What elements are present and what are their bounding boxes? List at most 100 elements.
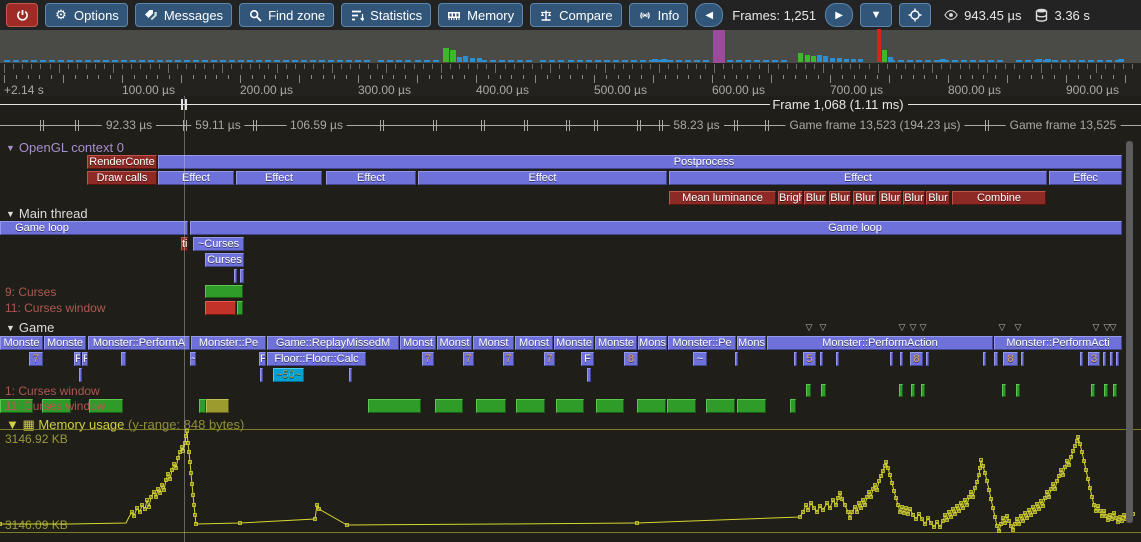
- zone-bar[interactable]: [926, 352, 929, 366]
- frame-bar[interactable]: [703, 60, 709, 62]
- frame-bar[interactable]: [858, 59, 863, 62]
- frame-bar[interactable]: [970, 60, 976, 62]
- frame-bar[interactable]: [130, 60, 136, 62]
- frame-bar[interactable]: [193, 60, 199, 62]
- zone-bar[interactable]: Blur: [853, 191, 877, 205]
- frame-bar[interactable]: [184, 60, 190, 62]
- info-button[interactable]: Info: [629, 3, 689, 27]
- frame-bar[interactable]: [378, 60, 384, 62]
- zone-bar[interactable]: Monste: [44, 336, 86, 350]
- frame-bar[interactable]: [148, 60, 154, 62]
- zone-bar[interactable]: Monst: [400, 336, 436, 350]
- frame-overview-strip[interactable]: [0, 30, 1141, 63]
- zone-bar[interactable]: Brigh: [778, 191, 803, 205]
- zone-bar[interactable]: [820, 352, 823, 366]
- zone-bar[interactable]: F: [74, 352, 81, 366]
- zone-bar[interactable]: [435, 399, 463, 413]
- message-marker-icon[interactable]: ▽: [806, 322, 813, 333]
- frame-bar[interactable]: [463, 56, 468, 62]
- zone-bar[interactable]: [900, 352, 903, 366]
- frame-bar[interactable]: [310, 60, 316, 62]
- frame-bar[interactable]: [613, 60, 619, 62]
- collapse-arrow-icon[interactable]: ▼: [6, 143, 15, 153]
- frame-bar[interactable]: [586, 60, 592, 62]
- frame-bar[interactable]: [817, 55, 822, 62]
- message-marker-icon[interactable]: ▽: [899, 322, 906, 333]
- frame-bar[interactable]: [844, 59, 849, 62]
- frame-bar[interactable]: [1088, 60, 1094, 62]
- frame-bar[interactable]: [805, 55, 810, 62]
- frame-bar[interactable]: [517, 60, 523, 62]
- zone-bar[interactable]: 7: [503, 352, 514, 366]
- zone-bar[interactable]: [205, 301, 236, 315]
- frame-bar[interactable]: [387, 60, 393, 62]
- zone-bar[interactable]: Monster::PerformAction: [767, 336, 993, 350]
- frame-bar[interactable]: [823, 56, 828, 62]
- zone-bar[interactable]: F: [259, 352, 266, 366]
- frame-bar[interactable]: [238, 60, 244, 62]
- zone-bar[interactable]: Monster::Pe: [668, 336, 736, 350]
- frame-bar[interactable]: [882, 50, 887, 62]
- zone-bar[interactable]: Combine: [952, 191, 1046, 205]
- frame-bar[interactable]: [364, 60, 370, 62]
- frame-bar[interactable]: [457, 57, 462, 62]
- section-header-game[interactable]: ▼Game: [6, 320, 54, 335]
- zone-bar[interactable]: [205, 285, 243, 298]
- collapse-arrow-icon[interactable]: ▼: [6, 209, 15, 219]
- zone-bar[interactable]: [836, 352, 839, 366]
- frame-bar[interactable]: [443, 48, 449, 62]
- frame-bar[interactable]: [175, 60, 181, 62]
- zone-bar[interactable]: Effect: [236, 171, 322, 185]
- frame-bar[interactable]: [888, 57, 893, 62]
- zone-bar[interactable]: 8: [1003, 352, 1018, 366]
- frame-bar[interactable]: [568, 60, 574, 62]
- frame-bar[interactable]: [988, 60, 994, 62]
- frame-bar[interactable]: [94, 60, 100, 62]
- memory-section-header[interactable]: ▼ ▦ Memory usage (y-range: 848 bytes): [6, 417, 244, 433]
- zone-bar[interactable]: Monster::Pe: [191, 336, 266, 350]
- frame-bar[interactable]: [450, 50, 456, 62]
- zone-bar[interactable]: [667, 399, 696, 413]
- zone-bar[interactable]: [1091, 384, 1095, 397]
- frame-bar[interactable]: [1106, 60, 1112, 62]
- zone-bar[interactable]: ~: [693, 352, 707, 366]
- zone-bar[interactable]: [899, 384, 903, 397]
- frame-bar[interactable]: [166, 60, 172, 62]
- frame-bar[interactable]: [652, 59, 658, 62]
- profiler-window[interactable]: ⚙OptionsMessagesFind zoneStatisticsMemor…: [0, 0, 1141, 542]
- message-marker-icon[interactable]: ▽: [1110, 322, 1117, 333]
- collapse-arrow-icon[interactable]: ▼: [6, 417, 19, 432]
- frame-bar[interactable]: [540, 60, 546, 62]
- zone-bar[interactable]: [206, 399, 229, 413]
- frame-bar[interactable]: [220, 60, 226, 62]
- frame-bar[interactable]: [470, 58, 475, 62]
- frame-bar[interactable]: [622, 60, 628, 62]
- zone-bar[interactable]: 5: [803, 352, 816, 366]
- frame-bar[interactable]: [940, 59, 946, 62]
- frame-bar[interactable]: [337, 60, 343, 62]
- zone-bar[interactable]: [121, 352, 126, 366]
- frame-bar[interactable]: [121, 60, 127, 62]
- zone-bar[interactable]: Postprocess: [158, 155, 1122, 169]
- frame-bar[interactable]: [736, 60, 742, 62]
- zone-bar[interactable]: Blur: [926, 191, 950, 205]
- frame-bar[interactable]: [1052, 60, 1058, 62]
- frame-bar[interactable]: [319, 60, 325, 62]
- message-marker-icon[interactable]: ▽: [910, 322, 917, 333]
- collapse-arrow-icon[interactable]: ▼: [6, 323, 15, 333]
- frame-bar[interactable]: [727, 60, 733, 62]
- frame-bar[interactable]: [1070, 60, 1076, 62]
- message-marker-icon[interactable]: ▽: [1093, 322, 1100, 333]
- zone-bar[interactable]: Effect: [158, 171, 234, 185]
- options-button[interactable]: ⚙Options: [45, 3, 128, 27]
- frame-bar[interactable]: [4, 60, 10, 62]
- frame-bar[interactable]: [424, 60, 430, 62]
- zone-bar[interactable]: [737, 399, 766, 413]
- zone-bar[interactable]: Monst: [515, 336, 553, 350]
- frame-bar[interactable]: [1118, 59, 1124, 62]
- power-button[interactable]: [6, 3, 38, 27]
- zone-bar[interactable]: [516, 399, 545, 413]
- zone-bar[interactable]: [806, 384, 811, 397]
- frame-bar[interactable]: [952, 60, 958, 62]
- frame-bar[interactable]: [139, 60, 145, 62]
